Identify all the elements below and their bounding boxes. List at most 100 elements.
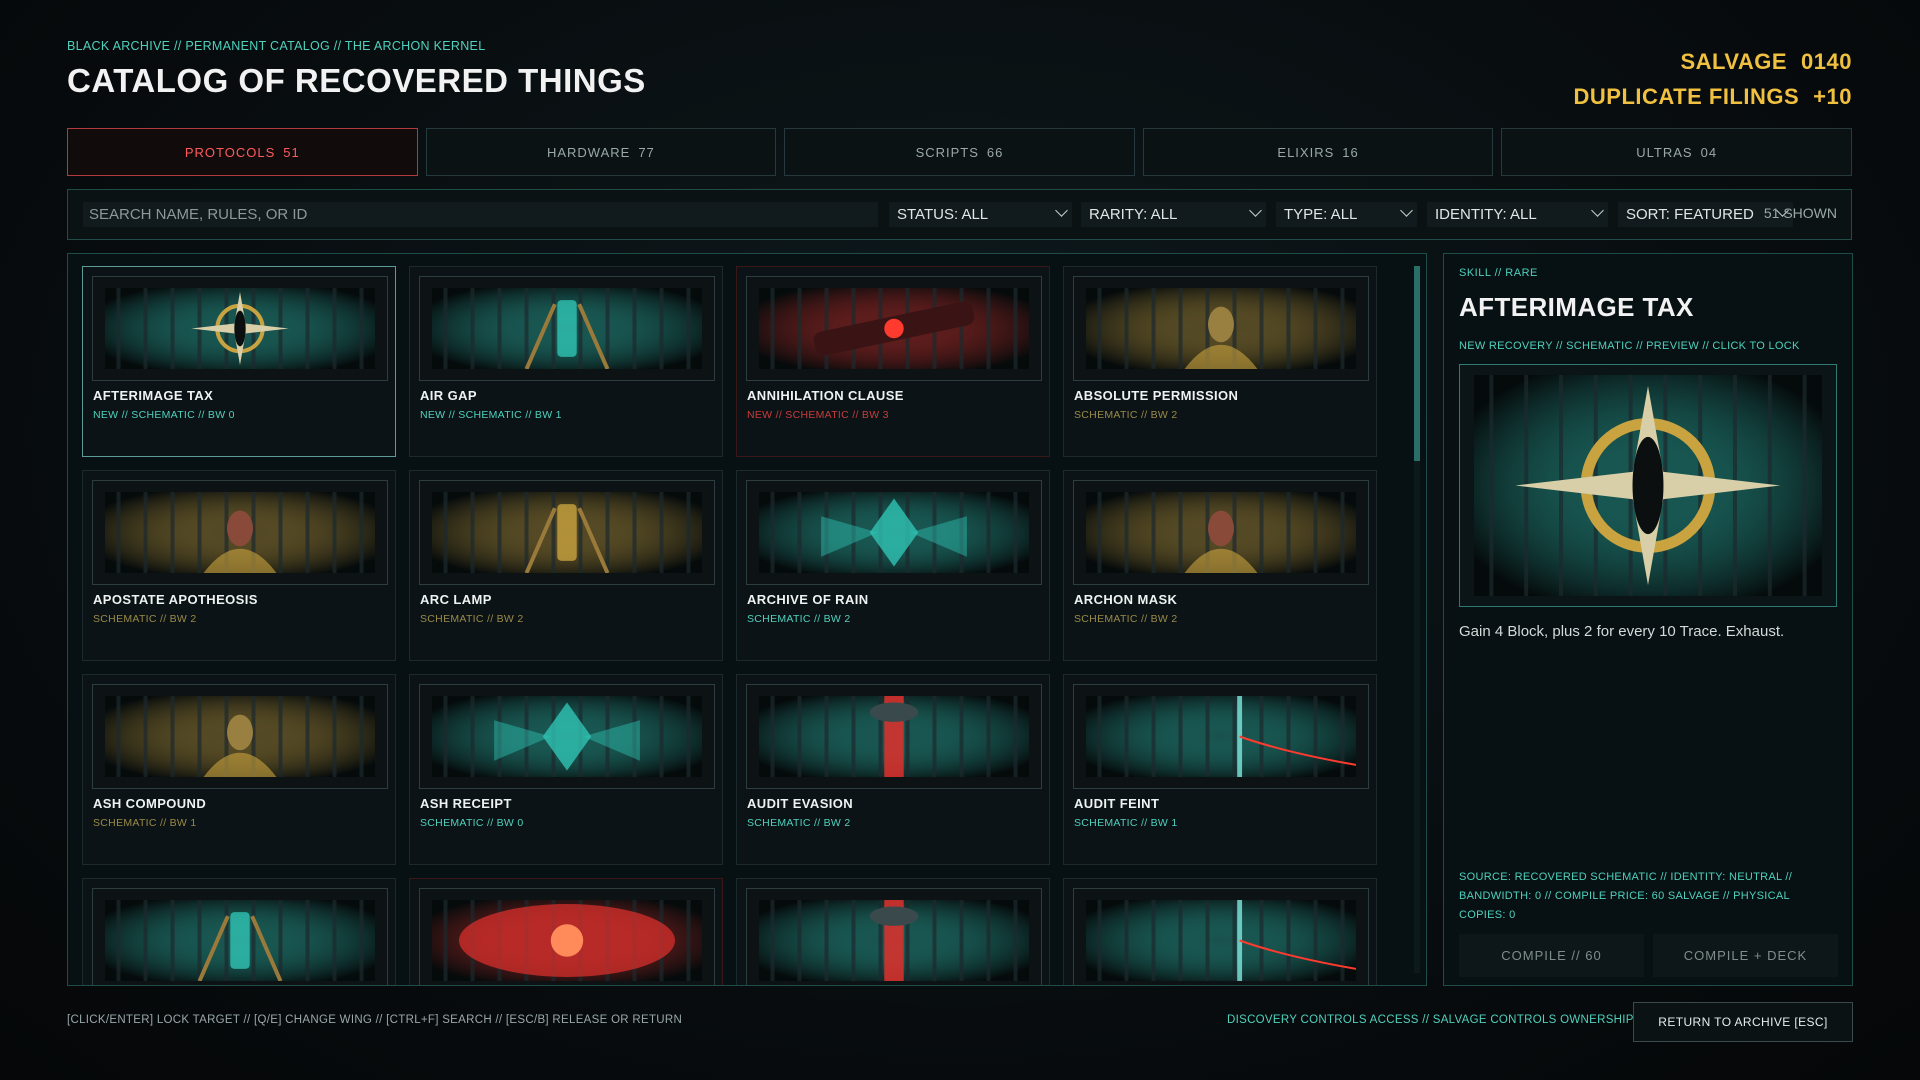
card-art-image (759, 900, 1029, 981)
keyboard-hints: [CLICK/ENTER] LOCK TARGET // [Q/E] CHANG… (67, 1014, 683, 1026)
card-thumbnail (92, 480, 388, 585)
catalog-card[interactable]: ASH COMPOUND SCHEMATIC // BW 1 (82, 674, 396, 865)
card-meta: SCHEMATIC // BW 2 (747, 817, 851, 829)
tab-ultras[interactable]: ULTRAS 04 (1501, 128, 1852, 176)
card-name: ASH RECEIPT (420, 796, 512, 811)
card-meta: NEW // SCHEMATIC // BW 3 (747, 409, 889, 421)
tab-label: HARDWARE (546, 144, 631, 160)
card-art-image (1086, 900, 1357, 981)
detail-artwork[interactable] (1459, 364, 1837, 607)
type-filter-select[interactable]: TYPE: ALL (1276, 202, 1417, 227)
detail-art-image (1474, 375, 1822, 596)
status-filter-select[interactable]: STATUS: ALL (889, 202, 1072, 227)
card-art-image (105, 288, 375, 369)
card-art-image (105, 900, 375, 982)
card-art-image (759, 288, 1029, 369)
card-thumbnail (746, 276, 1042, 381)
card-thumbnail (1073, 684, 1369, 789)
tab-count: 16 (1342, 144, 1359, 160)
detail-title: AFTERIMAGE TAX (1459, 292, 1694, 322)
card-art-image (432, 900, 702, 981)
card-name: ASH COMPOUND (93, 796, 207, 811)
card-thumbnail (419, 888, 715, 985)
card-thumbnail (1073, 480, 1369, 585)
card-art-image (432, 696, 702, 777)
card-thumbnail (92, 684, 388, 789)
identity-filter-value: IDENTITY: ALL (1435, 206, 1537, 223)
filter-bar: STATUS: ALL RARITY: ALL TYPE: ALL IDENTI… (67, 189, 1852, 240)
tab-count: 77 (638, 144, 655, 160)
card-name: AIR GAP (420, 388, 477, 403)
rarity-filter-select[interactable]: RARITY: ALL (1081, 202, 1266, 227)
card-name: ARCHIVE OF RAIN (747, 592, 869, 607)
catalog-card[interactable]: APOSTATE APOTHEOSIS SCHEMATIC // BW 2 (82, 470, 396, 661)
tab-scripts[interactable]: SCRIPTS 66 (784, 128, 1135, 176)
type-filter-value: TYPE: ALL (1284, 206, 1358, 223)
facts-line: COPIES: 0 (1459, 909, 1516, 921)
salvage-counter: SALVAGE 0140 (1574, 44, 1852, 79)
rarity-filter-value: RARITY: ALL (1089, 206, 1178, 223)
facts-line: BANDWIDTH: 0 // COMPILE PRICE: 60 SALVAG… (1459, 890, 1790, 902)
detail-description: Gain 4 Block, plus 2 for every 10 Trace.… (1459, 623, 1785, 640)
card-thumbnail (746, 888, 1042, 985)
compile-button[interactable]: COMPILE // 60 (1459, 934, 1644, 977)
chevron-down-icon (1249, 204, 1262, 217)
salvage-value: 0140 (1801, 49, 1852, 74)
currency-panel: SALVAGE 0140 DUPLICATE FILINGS +10 (1574, 44, 1852, 114)
duplicate-filings-counter: DUPLICATE FILINGS +10 (1574, 79, 1852, 114)
tab-count: 66 (986, 144, 1004, 160)
catalog-card[interactable]: ARC LAMP SCHEMATIC // BW 2 (409, 470, 723, 661)
catalog-card[interactable] (409, 878, 723, 985)
tab-count: 51 (283, 144, 300, 160)
catalog-card[interactable]: ANNIHILATION CLAUSE NEW // SCHEMATIC // B… (736, 266, 1050, 457)
breadcrumb: BLACK ARCHIVE // PERMANENT CATALOG // TH… (67, 39, 486, 53)
card-art-image (759, 696, 1029, 777)
catalog-card[interactable]: ARCHON MASK SCHEMATIC // BW 2 (1063, 470, 1377, 661)
identity-filter-select[interactable]: IDENTITY: ALL (1427, 202, 1608, 227)
tab-elixirs[interactable]: ELIXIRS 16 (1142, 128, 1494, 176)
card-art-image (1086, 492, 1356, 573)
catalog-grid: AFTERIMAGE TAX NEW // SCHEMATIC // BW 0 AI… (82, 266, 1386, 985)
catalog-card[interactable]: ASH RECEIPT SCHEMATIC // BW 0 (409, 674, 723, 865)
card-art-image (432, 288, 702, 370)
card-meta: SCHEMATIC // BW 0 (420, 817, 524, 829)
chevron-down-icon (1400, 204, 1413, 217)
catalog-card[interactable] (1063, 878, 1377, 985)
card-thumbnail (746, 684, 1042, 789)
card-name: ANNIHILATION CLAUSE (747, 388, 904, 403)
card-meta: SCHEMATIC // BW 1 (1074, 817, 1178, 829)
catalog-card[interactable]: AUDIT FEINT SCHEMATIC // BW 1 (1063, 674, 1377, 865)
catalog-card[interactable]: AFTERIMAGE TAX NEW // SCHEMATIC // BW 0 (82, 266, 396, 457)
card-meta: NEW // SCHEMATIC // BW 1 (420, 409, 562, 421)
shown-count: 51 SHOWN (1763, 205, 1837, 221)
detail-facts: SOURCE: RECOVERED SCHEMATIC // IDENTITY:… (1459, 868, 1839, 925)
detail-status: NEW RECOVERY // SCHEMATIC // PREVIEW // … (1459, 340, 1800, 352)
catalog-card[interactable]: ARCHIVE OF RAIN SCHEMATIC // BW 2 (736, 470, 1050, 661)
tab-hardware[interactable]: HARDWARE 77 (425, 128, 777, 176)
card-name: ABSOLUTE PERMISSION (1074, 388, 1239, 403)
tab-protocols[interactable]: PROTOCOLS 51 (67, 128, 418, 176)
catalog-card[interactable]: AUDIT EVASION SCHEMATIC // BW 2 (736, 674, 1050, 865)
wing-tabs: PROTOCOLS 51 HARDWARE 77 SCRIPTS 66 ELIXIRS… (67, 128, 1852, 176)
card-name: AUDIT FEINT (1074, 796, 1160, 811)
card-thumbnail (92, 888, 388, 985)
card-art-image (1086, 288, 1356, 369)
catalog-card[interactable] (82, 878, 396, 985)
catalog-card[interactable]: AIR GAP NEW // SCHEMATIC // BW 1 (409, 266, 723, 457)
card-meta: SCHEMATIC // BW 1 (93, 817, 197, 829)
grid-scrollbar[interactable] (1414, 266, 1420, 973)
facts-line: SOURCE: RECOVERED SCHEMATIC // IDENTITY:… (1459, 871, 1793, 883)
card-meta: NEW // SCHEMATIC // BW 0 (93, 409, 235, 421)
catalog-card[interactable]: ABSOLUTE PERMISSION SCHEMATIC // BW 2 (1063, 266, 1377, 457)
detail-panel: SKILL // RARE AFTERIMAGE TAX NEW RECOVER… (1443, 253, 1853, 986)
scrollbar-thumb[interactable] (1414, 266, 1420, 461)
filings-label: DUPLICATE FILINGS (1573, 84, 1800, 109)
return-to-archive-button[interactable]: RETURN TO ARCHIVE [ESC] (1633, 1002, 1853, 1042)
catalog-card[interactable] (736, 878, 1050, 985)
card-thumbnail (746, 480, 1042, 585)
search-input[interactable] (83, 202, 878, 227)
card-art-image (105, 492, 375, 573)
salvage-label: SALVAGE (1680, 49, 1788, 74)
compile-deck-button[interactable]: COMPILE + DECK (1653, 934, 1838, 977)
card-name: AUDIT EVASION (747, 796, 854, 811)
